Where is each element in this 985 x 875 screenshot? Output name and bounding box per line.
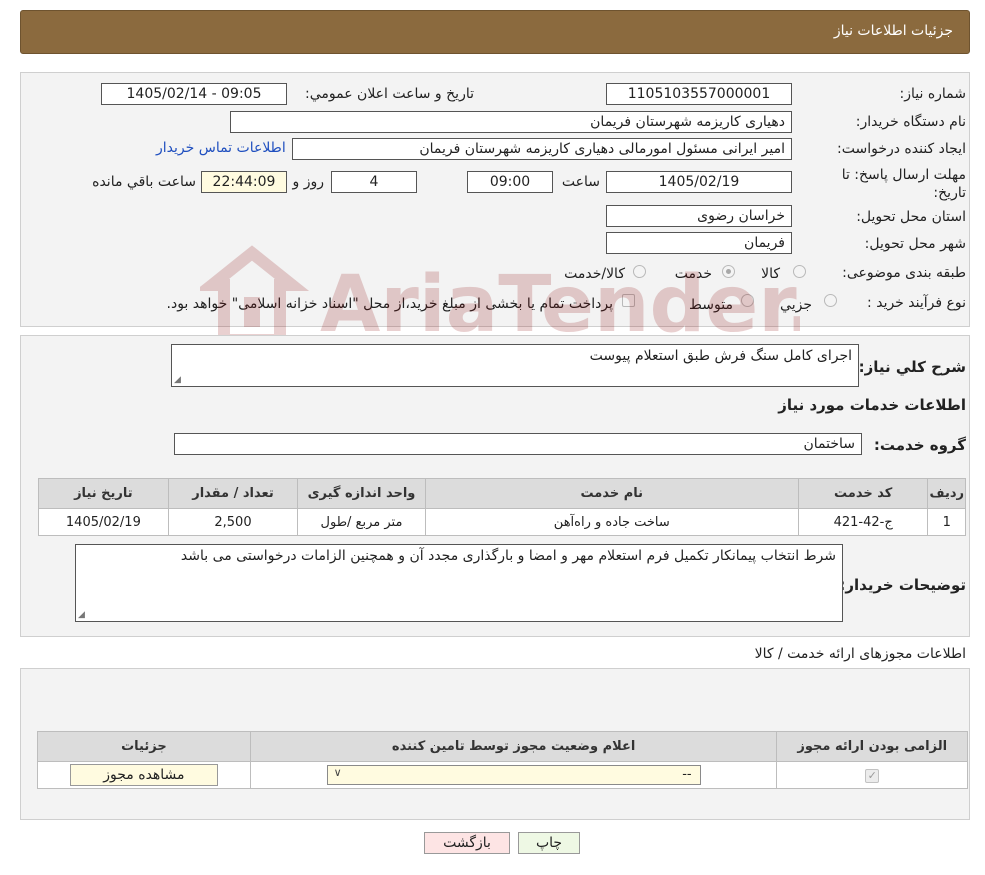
province-field: خراسان رضوی [606,205,792,227]
deadline-time-label: ساعت [561,174,600,190]
row-name: ساخت جاده و راه‌آهن [424,508,799,536]
requester-label: ایجاد کننده درخواست: [837,141,966,157]
deadline-label-line2: تاریخ: [933,185,966,201]
permit-required-checkbox: ✓ [865,768,880,783]
purchase-radio-medium[interactable] [741,294,754,307]
service-group-field: ساختمان [174,433,862,455]
buyer-notes-textarea[interactable]: شرط انتخاب پیمانکار تکمیل فرم استعلام مه… [75,544,843,622]
view-permit-button[interactable]: مشاهده مجوز [69,764,218,786]
province-label: استان محل تحویل: [856,209,966,225]
buyer-notes-label: توضیحات خریدار: [839,576,966,594]
requester-field: امیر ایرانی مسئول امورمالی دهیاری کاریزم… [292,138,792,160]
col-date: تاریخ نیاز [38,478,169,509]
permit-status-cell: -- ∨ [249,761,778,789]
services-table: ردیف کد خدمت نام خدمت واحد اندازه گیری ت… [38,478,966,536]
col-permit-required: الزامی بودن ارائه مجوز [776,731,968,762]
deadline-days-label: روز و [292,174,325,190]
category-option-service: خدمت [674,266,712,282]
permits-table-header: الزامی بودن ارائه مجوز اعلام وضعیت مجوز … [37,731,968,762]
category-option-goods: کالا [761,266,780,282]
summary-text: اجرای کامل سنگ فرش طبق استعلام پیوست [589,348,852,364]
back-button[interactable]: بازگشت [424,832,510,854]
row-date: 1405/02/19 [38,508,169,536]
category-radio-goods[interactable] [793,265,806,278]
treasury-checkbox[interactable] [622,294,635,307]
buyer-contact-link[interactable]: اطلاعات تماس خریدار [156,140,286,156]
purchase-option-minor: جزیي [780,297,812,313]
category-radio-service[interactable] [722,265,735,278]
summary-label: شرح کلي نیاز: [858,358,966,376]
announce-datetime-label: تاریخ و ساعت اعلان عمومي: [305,86,474,102]
row-index: 1 [927,508,966,536]
col-unit: واحد اندازه گیری [297,478,426,509]
col-permit-status: اعلام وضعیت مجوز توسط تامین کننده [249,731,778,762]
col-index: ردیف [927,478,966,509]
permit-status-value: -- [682,767,692,782]
purchase-type-label: نوع فرآیند خرید : [867,295,966,311]
permit-status-select[interactable]: -- ∨ [326,765,701,785]
services-table-header: ردیف کد خدمت نام خدمت واحد اندازه گیری ت… [38,478,966,509]
city-label: شهر محل تحویل: [864,236,966,252]
buyer-notes-text: شرط انتخاب پیمانکار تکمیل فرم استعلام مه… [180,548,836,564]
permits-table: الزامی بودن ارائه مجوز اعلام وضعیت مجوز … [37,731,968,789]
col-qty: تعداد / مقدار [167,478,299,509]
permit-details-cell: مشاهده مجوز [37,761,251,789]
print-button[interactable]: چاپ [518,832,580,854]
buyer-org-label: نام دستگاه خریدار: [855,114,966,130]
permit-required-cell: ✓ [776,761,968,789]
remaining-time-field: 22:44:09 [201,171,287,193]
permits-section-title: اطلاعات مجوزهای ارائه خدمت / کالا [754,646,966,662]
buyer-org-field: دهیاری کاریزمه شهرستان فریمان [230,111,792,133]
resize-grip-icon[interactable]: ◢ [174,375,181,385]
table-row: ✓ -- ∨ مشاهده مجوز [37,761,968,789]
resize-grip-icon[interactable]: ◢ [78,610,85,620]
need-number-label: شماره نیاز: [899,86,967,102]
summary-textarea[interactable]: اجرای کامل سنگ فرش طبق استعلام پیوست ◢ [171,344,859,387]
treasury-note: پرداخت تمام یا بخشی از مبلغ خرید،از محل … [166,296,613,312]
deadline-time-field: 09:00 [467,171,553,193]
col-code: کد خدمت [797,478,929,509]
col-name: نام خدمت [424,478,799,509]
row-code: ج-42-421 [797,508,929,536]
row-unit: متر مربع /طول [297,508,426,536]
services-section-title: اطلاعات خدمات مورد نیاز [778,396,966,414]
remaining-time-label: ساعت باقي مانده [92,174,196,190]
chevron-down-icon: ∨ [333,766,342,779]
category-radio-goods-service[interactable] [633,265,646,278]
deadline-date-field: 1405/02/19 [606,171,792,193]
purchase-radio-minor[interactable] [824,294,837,307]
city-field: فریمان [606,232,792,254]
table-row: 1 ج-42-421 ساخت جاده و راه‌آهن متر مربع … [38,508,966,536]
page-header: جزئیات اطلاعات نیاز [20,10,970,54]
service-group-label: گروه خدمت: [873,436,966,454]
deadline-label-line1: مهلت ارسال پاسخ: تا [841,167,966,183]
need-number-field: 1105103557000001 [606,83,792,105]
deadline-days-field: 4 [331,171,417,193]
announce-datetime-field: 1405/02/14 - 09:05 [101,83,287,105]
deadline-label: مهلت ارسال پاسخ: تا تاریخ: [842,166,966,202]
col-permit-details: جزئیات [37,731,251,762]
row-qty: 2,500 [167,508,299,536]
category-label: طبقه بندی موضوعی: [842,265,966,281]
category-option-goods-service: کالا/خدمت [564,266,625,282]
purchase-option-medium: متوسط [689,297,733,313]
page-title: جزئیات اطلاعات نیاز [833,23,953,39]
